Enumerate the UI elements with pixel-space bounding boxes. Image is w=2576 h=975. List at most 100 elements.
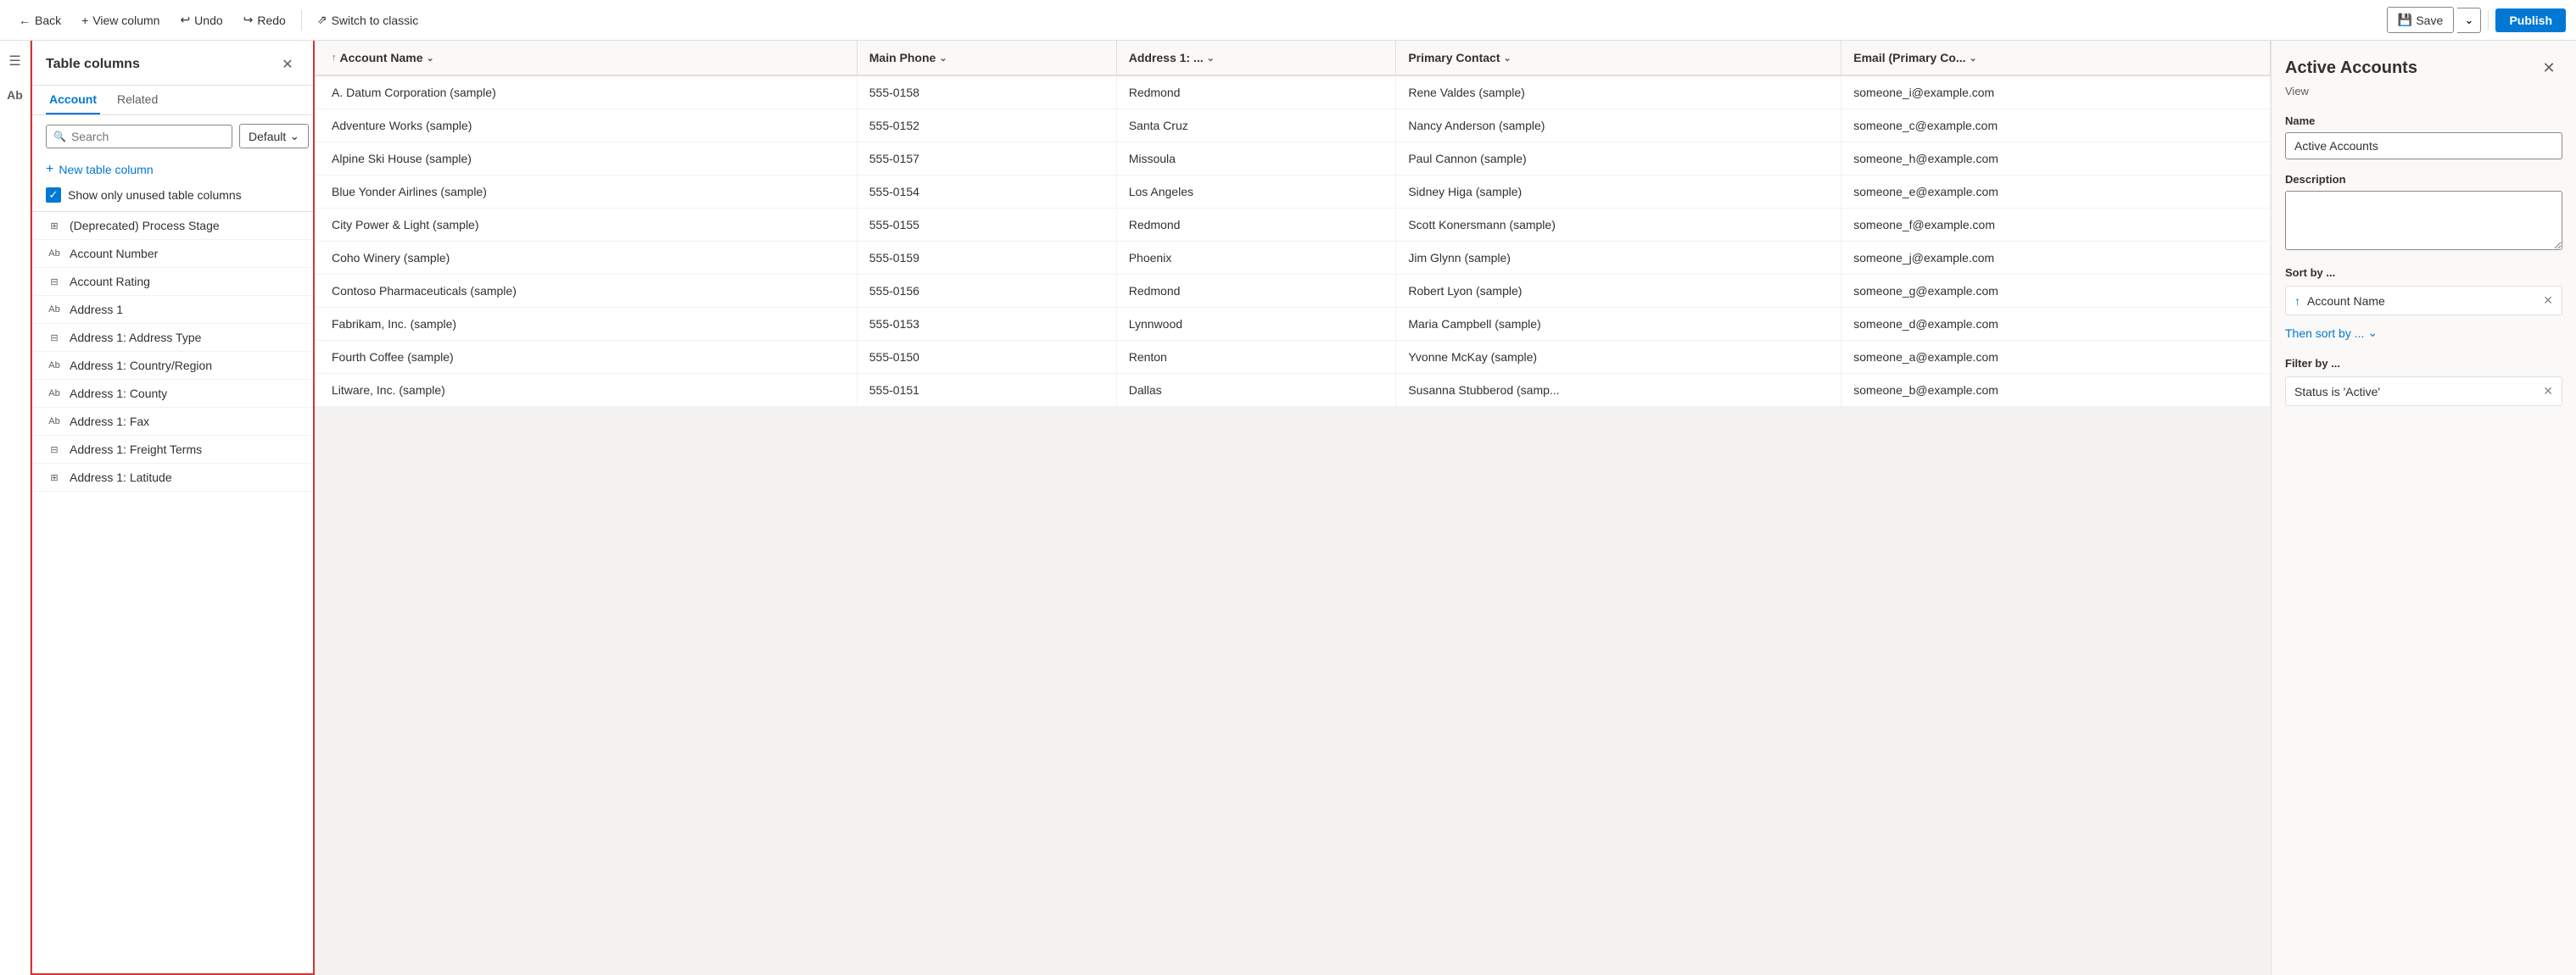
cell-contact: Scott Konersmann (sample) xyxy=(1396,209,1841,242)
column-item-label: Address 1: Freight Terms xyxy=(70,443,202,456)
list-item[interactable]: Ab Account Number xyxy=(32,240,313,268)
text-icon: Ab xyxy=(46,359,63,372)
column-item-label: Address 1: County xyxy=(70,387,167,400)
cell-email: someone_g@example.com xyxy=(1841,275,2271,308)
cell-account: Litware, Inc. (sample) xyxy=(315,374,857,407)
grid-header-cell[interactable]: ↑Account Name⌄ xyxy=(315,41,857,75)
search-box: 🔍 xyxy=(46,125,232,148)
separator xyxy=(301,10,302,31)
then-sort-button[interactable]: Then sort by ... ⌄ xyxy=(2285,322,2378,343)
save-dropdown-button[interactable]: ⌄ xyxy=(2457,8,2481,33)
default-dropdown[interactable]: Default ⌄ xyxy=(239,124,309,148)
list-item[interactable]: Ab Address 1: Country/Region xyxy=(32,352,313,380)
table-row[interactable]: A. Datum Corporation (sample)555-0158Red… xyxy=(315,75,2271,109)
column-item-label: Account Rating xyxy=(70,275,150,288)
cell-account: Alpine Ski House (sample) xyxy=(315,142,857,176)
list-item[interactable]: Ab Address 1: County xyxy=(32,380,313,408)
undo-button[interactable]: ↩ Undo xyxy=(171,9,231,31)
cell-email: someone_e@example.com xyxy=(1841,176,2271,209)
table-row[interactable]: Adventure Works (sample)555-0152Santa Cr… xyxy=(315,109,2271,142)
filter-clear-button[interactable]: ✕ xyxy=(2543,384,2553,398)
cell-account: Fourth Coffee (sample) xyxy=(315,341,857,374)
right-panel-close-button[interactable]: ✕ xyxy=(2535,54,2562,81)
rp-sort-label: Sort by ... xyxy=(2285,266,2562,279)
column-item-label: Address 1: Latitude xyxy=(70,471,172,484)
new-column-button[interactable]: + New table column xyxy=(32,157,313,182)
publish-button[interactable]: Publish xyxy=(2495,8,2566,32)
sort-field-label: Account Name xyxy=(2307,294,2385,308)
grid-table: ↑Account Name⌄ Main Phone⌄ Address 1: ...⌄… xyxy=(315,41,2271,407)
redo-button[interactable]: ↪ Redo xyxy=(235,9,294,31)
panel-close-button[interactable]: ✕ xyxy=(276,53,299,76)
back-icon: ← xyxy=(19,14,31,27)
table-row[interactable]: Litware, Inc. (sample)555-0151DallasSusa… xyxy=(315,374,2271,407)
chevron-down-icon: ⌄ xyxy=(939,53,947,64)
table-row[interactable]: Coho Winery (sample)555-0159PhoenixJim G… xyxy=(315,242,2271,275)
th-inner: Main Phone⌄ xyxy=(869,51,1104,64)
list-item[interactable]: ⊞ Address 1: Latitude xyxy=(32,464,313,492)
back-button[interactable]: ← Back xyxy=(10,10,70,31)
save-button[interactable]: 💾 Save xyxy=(2387,7,2454,33)
search-input[interactable] xyxy=(71,130,225,143)
table-row[interactable]: Alpine Ski House (sample)555-0157Missoul… xyxy=(315,142,2271,176)
switch-classic-button[interactable]: ⇗ Switch to classic xyxy=(309,9,427,31)
text-icon: Ab xyxy=(46,415,63,428)
text-icon: Ab xyxy=(46,303,63,316)
grid-wrapper[interactable]: ↑Account Name⌄ Main Phone⌄ Address 1: ...⌄… xyxy=(315,41,2271,975)
main-layout: ☰ Ab Table columns ✕ Account Related 🔍 D… xyxy=(0,41,2576,975)
cell-contact: Robert Lyon (sample) xyxy=(1396,275,1841,308)
chevron-down-icon: ⌄ xyxy=(427,53,434,64)
cell-account: City Power & Light (sample) xyxy=(315,209,857,242)
cell-address: Redmond xyxy=(1116,75,1396,109)
sort-row-left: ↑ Account Name xyxy=(2294,294,2385,308)
grid-header-cell[interactable]: Main Phone⌄ xyxy=(857,41,1116,75)
list-item[interactable]: ⊟ Address 1: Freight Terms xyxy=(32,436,313,464)
dropdown-chevron-icon: ⌄ xyxy=(289,129,299,143)
grid-icon: ⊞ xyxy=(46,219,63,232)
table-row[interactable]: Blue Yonder Airlines (sample)555-0154Los… xyxy=(315,176,2271,209)
chevron-down-icon: ⌄ xyxy=(1207,53,1215,64)
cell-email: someone_c@example.com xyxy=(1841,109,2271,142)
list-item[interactable]: ⊞ (Deprecated) Process Stage xyxy=(32,212,313,240)
text-icon-button[interactable]: Ab xyxy=(2,81,29,109)
cell-address: Missoula xyxy=(1116,142,1396,176)
menu-icon-button[interactable]: ☰ xyxy=(2,47,29,75)
grid-header-cell[interactable]: Address 1: ...⌄ xyxy=(1116,41,1396,75)
table-row[interactable]: City Power & Light (sample)555-0155Redmo… xyxy=(315,209,2271,242)
th-inner: ↑Account Name⌄ xyxy=(332,51,845,64)
rp-description-textarea[interactable] xyxy=(2285,191,2562,250)
cell-phone: 555-0152 xyxy=(857,109,1116,142)
checkbox-row[interactable]: Show only unused table columns xyxy=(32,182,313,211)
tab-related[interactable]: Related xyxy=(114,86,161,114)
table-row[interactable]: Fabrikam, Inc. (sample)555-0153LynnwoodM… xyxy=(315,308,2271,341)
chevron-down-icon: ⌄ xyxy=(1970,53,1977,64)
grid-header-cell[interactable]: Email (Primary Co...⌄ xyxy=(1841,41,2271,75)
table-columns-panel: Table columns ✕ Account Related 🔍 Defaul… xyxy=(31,41,315,975)
list-item[interactable]: ⊟ Account Rating xyxy=(32,268,313,296)
sort-clear-button[interactable]: ✕ xyxy=(2543,293,2553,308)
grid-header-cell[interactable]: Primary Contact⌄ xyxy=(1396,41,1841,75)
list-item[interactable]: ⊟ Address 1: Address Type xyxy=(32,324,313,352)
cell-contact: Nancy Anderson (sample) xyxy=(1396,109,1841,142)
view-column-button[interactable]: + View column xyxy=(73,10,168,31)
rp-name-label: Name xyxy=(2285,114,2562,127)
list-item[interactable]: Ab Address 1 xyxy=(32,296,313,324)
undo-icon: ↩ xyxy=(180,13,190,27)
option-icon: ⊟ xyxy=(46,331,63,344)
th-inner: Email (Primary Co...⌄ xyxy=(1853,51,2258,64)
unused-columns-checkbox[interactable] xyxy=(46,187,61,203)
list-item[interactable]: Ab Address 1: Fax xyxy=(32,408,313,436)
table-row[interactable]: Contoso Pharmaceuticals (sample)555-0156… xyxy=(315,275,2271,308)
rp-description-label: Description xyxy=(2285,173,2562,186)
tab-account[interactable]: Account xyxy=(46,86,100,114)
table-row[interactable]: Fourth Coffee (sample)555-0150RentonYvon… xyxy=(315,341,2271,374)
cell-phone: 555-0153 xyxy=(857,308,1116,341)
grid-header-row: ↑Account Name⌄ Main Phone⌄ Address 1: ...⌄… xyxy=(315,41,2271,75)
column-item-label: Address 1 xyxy=(70,303,123,316)
cell-email: someone_i@example.com xyxy=(1841,75,2271,109)
rp-name-input[interactable] xyxy=(2285,132,2562,159)
option-icon: ⊟ xyxy=(46,275,63,288)
cell-phone: 555-0159 xyxy=(857,242,1116,275)
plus-icon: + xyxy=(81,14,88,27)
right-panel: Active Accounts ✕ View Name Description … xyxy=(2271,41,2576,975)
